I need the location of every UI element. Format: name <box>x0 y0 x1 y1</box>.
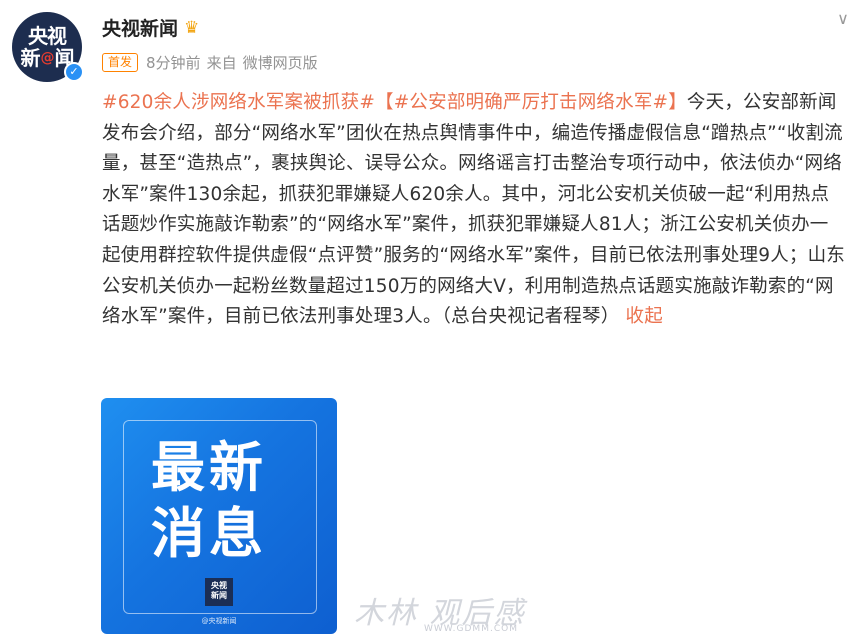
topic-link-1[interactable]: #620余人涉网络水军案被抓获# <box>102 92 375 113</box>
avatar-at-symbol: @ <box>40 50 55 66</box>
account-name[interactable]: 央视新闻 ♛ <box>102 14 199 41</box>
post-image[interactable]: 最新 消息 央视 新闻 @央视新闻 <box>101 398 337 634</box>
first-release-badge: 首发 <box>102 53 139 72</box>
post-time[interactable]: 8分钟前 <box>146 52 201 73</box>
cctv-news-logo: 央视 新闻 <box>205 578 233 606</box>
post-source: 微博网页版 <box>242 54 318 72</box>
avatar-text-xin: 新 <box>20 46 41 70</box>
logo-text-line2: 新闻 <box>211 591 227 600</box>
logo-text-line1: 央视 <box>211 581 227 590</box>
image-text-line2: 消息 <box>151 502 267 565</box>
topic-link-2[interactable]: 【#公安部明确严厉打击网络水军#】 <box>375 92 687 113</box>
avatar-text-top: 央视 <box>28 24 67 48</box>
post-meta: 首发 8分钟前 来自 微博网页版 <box>102 52 318 73</box>
collapse-button[interactable]: 收起 <box>626 306 663 327</box>
post-content: #620余人涉网络水军案被抓获#【#公安部明确严厉打击网络水军#】今天，公安部新… <box>102 88 847 333</box>
post-body-text: 今天，公安部新闻发布会介绍，部分“网络水军”团伙在热点舆情事件中，编造传播虚假信… <box>102 92 846 328</box>
watermark-url: WWW.GDMM.COM <box>424 624 518 634</box>
account-name-text[interactable]: 央视新闻 <box>102 14 178 41</box>
source-prefix: 来自 <box>206 54 237 72</box>
chevron-down-icon[interactable]: ∨ <box>832 8 854 30</box>
image-text-line1: 最新 <box>151 436 267 499</box>
image-caption: @央视新闻 <box>201 617 237 625</box>
crown-icon: ♛ <box>184 17 200 38</box>
verified-badge-icon: ✓ <box>64 62 84 82</box>
